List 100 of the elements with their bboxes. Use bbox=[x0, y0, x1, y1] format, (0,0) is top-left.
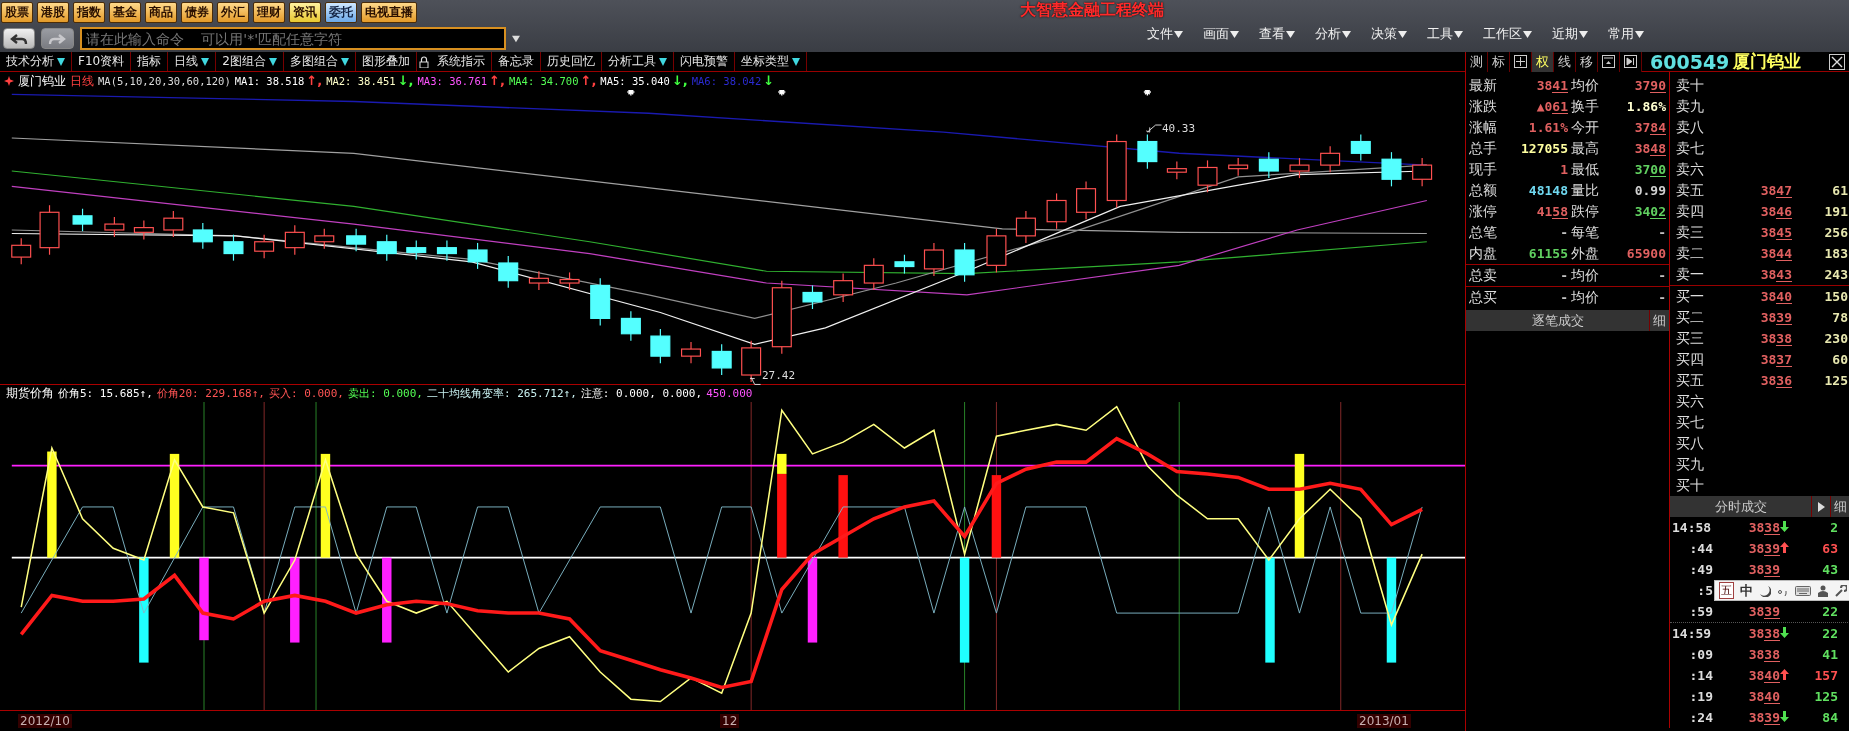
order-volume: 78 bbox=[1831, 310, 1848, 325]
market-button[interactable]: 基金 bbox=[109, 2, 141, 23]
menu-item[interactable]: 近期 bbox=[1552, 25, 1588, 43]
menu-item[interactable]: 文件 bbox=[1147, 25, 1183, 43]
panel-tool-button[interactable]: 权 bbox=[1532, 51, 1554, 72]
candlestick bbox=[711, 343, 732, 376]
market-button[interactable]: 指数 bbox=[73, 2, 105, 23]
market-button[interactable]: 委托 bbox=[325, 2, 357, 23]
candlestick bbox=[1046, 192, 1067, 230]
candlestick bbox=[11, 237, 32, 265]
menu-item[interactable]: 工具 bbox=[1427, 25, 1463, 43]
caret-icon bbox=[1342, 30, 1351, 38]
stock-code: 600549 bbox=[1650, 50, 1730, 73]
toolbar-item[interactable]: 闪电预警 bbox=[673, 52, 735, 71]
candlestick bbox=[254, 234, 275, 259]
wrench-icon bbox=[1835, 584, 1847, 597]
quote-label: 今开 bbox=[1571, 118, 1600, 137]
candlestick bbox=[1258, 151, 1279, 179]
toolbar-item[interactable]: 2图组合 bbox=[216, 52, 284, 71]
axis-date-label: 2012/10 bbox=[18, 714, 72, 728]
market-button[interactable]: 商品 bbox=[145, 2, 177, 23]
quote-label: 均价 bbox=[1571, 288, 1600, 307]
toolbar-item[interactable]: 技术分析 bbox=[0, 52, 72, 71]
menu-item[interactable]: 查看 bbox=[1259, 25, 1295, 43]
caret-icon bbox=[1230, 30, 1239, 38]
toolbar-item[interactable]: 备忘录 bbox=[491, 52, 541, 71]
order-volume: 60 bbox=[1831, 352, 1848, 367]
toolbar-item[interactable]: 图形叠加 bbox=[355, 52, 417, 71]
candlestick bbox=[1289, 157, 1310, 179]
market-button[interactable]: 外汇 bbox=[217, 2, 249, 23]
toolbar-item[interactable]: 分析工具 bbox=[601, 52, 674, 71]
quote-value: - bbox=[1559, 225, 1569, 240]
caret-icon bbox=[1579, 30, 1588, 38]
quote-label: 外盘 bbox=[1571, 244, 1600, 263]
trade-volume: 125 bbox=[1813, 689, 1838, 704]
caret-icon bbox=[1286, 30, 1295, 38]
quote-value: - bbox=[1559, 268, 1569, 283]
panel-tool-button[interactable]: 测 bbox=[1466, 51, 1488, 72]
quote-label: 换手 bbox=[1571, 97, 1600, 116]
toolbar-item[interactable]: 历史回忆 bbox=[540, 52, 602, 71]
market-button[interactable]: 理财 bbox=[253, 2, 285, 23]
order-level-label: 买三 bbox=[1676, 329, 1705, 348]
trade-time: 14:58 bbox=[1672, 520, 1713, 535]
menu-item[interactable]: 常用 bbox=[1608, 25, 1644, 43]
toolbar-item[interactable]: 系统指示 bbox=[430, 52, 492, 71]
menu-item[interactable]: 工作区 bbox=[1483, 25, 1532, 43]
order-level-label: 卖九 bbox=[1676, 97, 1705, 116]
quote-label: 涨停 bbox=[1469, 202, 1498, 221]
close-button[interactable] bbox=[1829, 53, 1845, 70]
axis-date-label: 2013/01 bbox=[1357, 714, 1411, 728]
candlestick bbox=[528, 270, 549, 291]
panel-tool-button[interactable]: 线 bbox=[1554, 51, 1576, 72]
panel-tool-button[interactable]: 移 bbox=[1576, 51, 1598, 72]
candlestick bbox=[681, 341, 702, 364]
trade-time: :5 bbox=[1696, 583, 1713, 598]
skip-end-icon bbox=[1624, 55, 1637, 68]
market-button[interactable]: 资讯 bbox=[289, 2, 321, 23]
toolbar-item[interactable]: 坐标类型 bbox=[734, 52, 807, 71]
market-button[interactable]: 股票 bbox=[1, 2, 33, 23]
order-level-label: 买六 bbox=[1676, 392, 1705, 411]
caret-icon bbox=[512, 34, 520, 43]
trend-arrow: ↑, bbox=[489, 74, 505, 88]
order-volume: 125 bbox=[1823, 373, 1848, 388]
indicator-value: 卖出: 0.000, bbox=[347, 386, 423, 401]
command-input[interactable]: 请在此输入命令 可以用'*'匹配任意字符 bbox=[79, 27, 506, 50]
caret-icon bbox=[1454, 30, 1463, 38]
ime-language-button[interactable]: 中 bbox=[1740, 581, 1753, 600]
moon-icon bbox=[1759, 584, 1771, 597]
panel-tool-button[interactable]: 标 bbox=[1488, 51, 1510, 72]
candlestick bbox=[986, 228, 1007, 273]
toolbar-item[interactable]: 日线 bbox=[168, 52, 217, 71]
trade-time: 14:59 bbox=[1672, 626, 1713, 641]
market-button[interactable]: 债券 bbox=[181, 2, 213, 23]
quote-label: 每笔 bbox=[1571, 223, 1600, 242]
toolbar-item[interactable]: F10资料 bbox=[72, 52, 132, 71]
star-icon bbox=[626, 90, 636, 97]
market-button[interactable]: 港股 bbox=[37, 2, 69, 23]
stock-name: 厦门钨业 bbox=[1733, 50, 1802, 73]
quote-value: 61155 bbox=[1527, 246, 1569, 261]
toolbar-item[interactable]: 指标 bbox=[131, 52, 169, 71]
candlestick bbox=[133, 219, 154, 240]
candlestick bbox=[1015, 210, 1036, 244]
toolbar-item[interactable]: 多图组合 bbox=[283, 52, 356, 71]
trade-time: :14 bbox=[1688, 668, 1713, 683]
candlestick bbox=[1350, 133, 1371, 161]
menu-item[interactable]: 分析 bbox=[1315, 25, 1351, 43]
candlestick bbox=[376, 234, 397, 262]
detail-button[interactable]: 细 bbox=[1830, 496, 1849, 517]
menu-item[interactable]: 决策 bbox=[1371, 25, 1407, 43]
leader-line bbox=[1145, 124, 1162, 133]
order-volume: 243 bbox=[1823, 267, 1848, 282]
panel-tool-button[interactable] bbox=[1620, 51, 1642, 72]
ime-mode-button[interactable]: 五 bbox=[1719, 582, 1734, 599]
panel-tool-button[interactable] bbox=[1510, 51, 1532, 72]
trend-arrow: ↑, bbox=[580, 74, 597, 88]
back-button[interactable] bbox=[3, 28, 36, 49]
close-icon bbox=[1830, 54, 1844, 69]
menu-item[interactable]: 画面 bbox=[1203, 25, 1239, 43]
market-button[interactable]: 电视直播 bbox=[361, 2, 417, 23]
panel-tool-button[interactable] bbox=[1598, 51, 1620, 72]
